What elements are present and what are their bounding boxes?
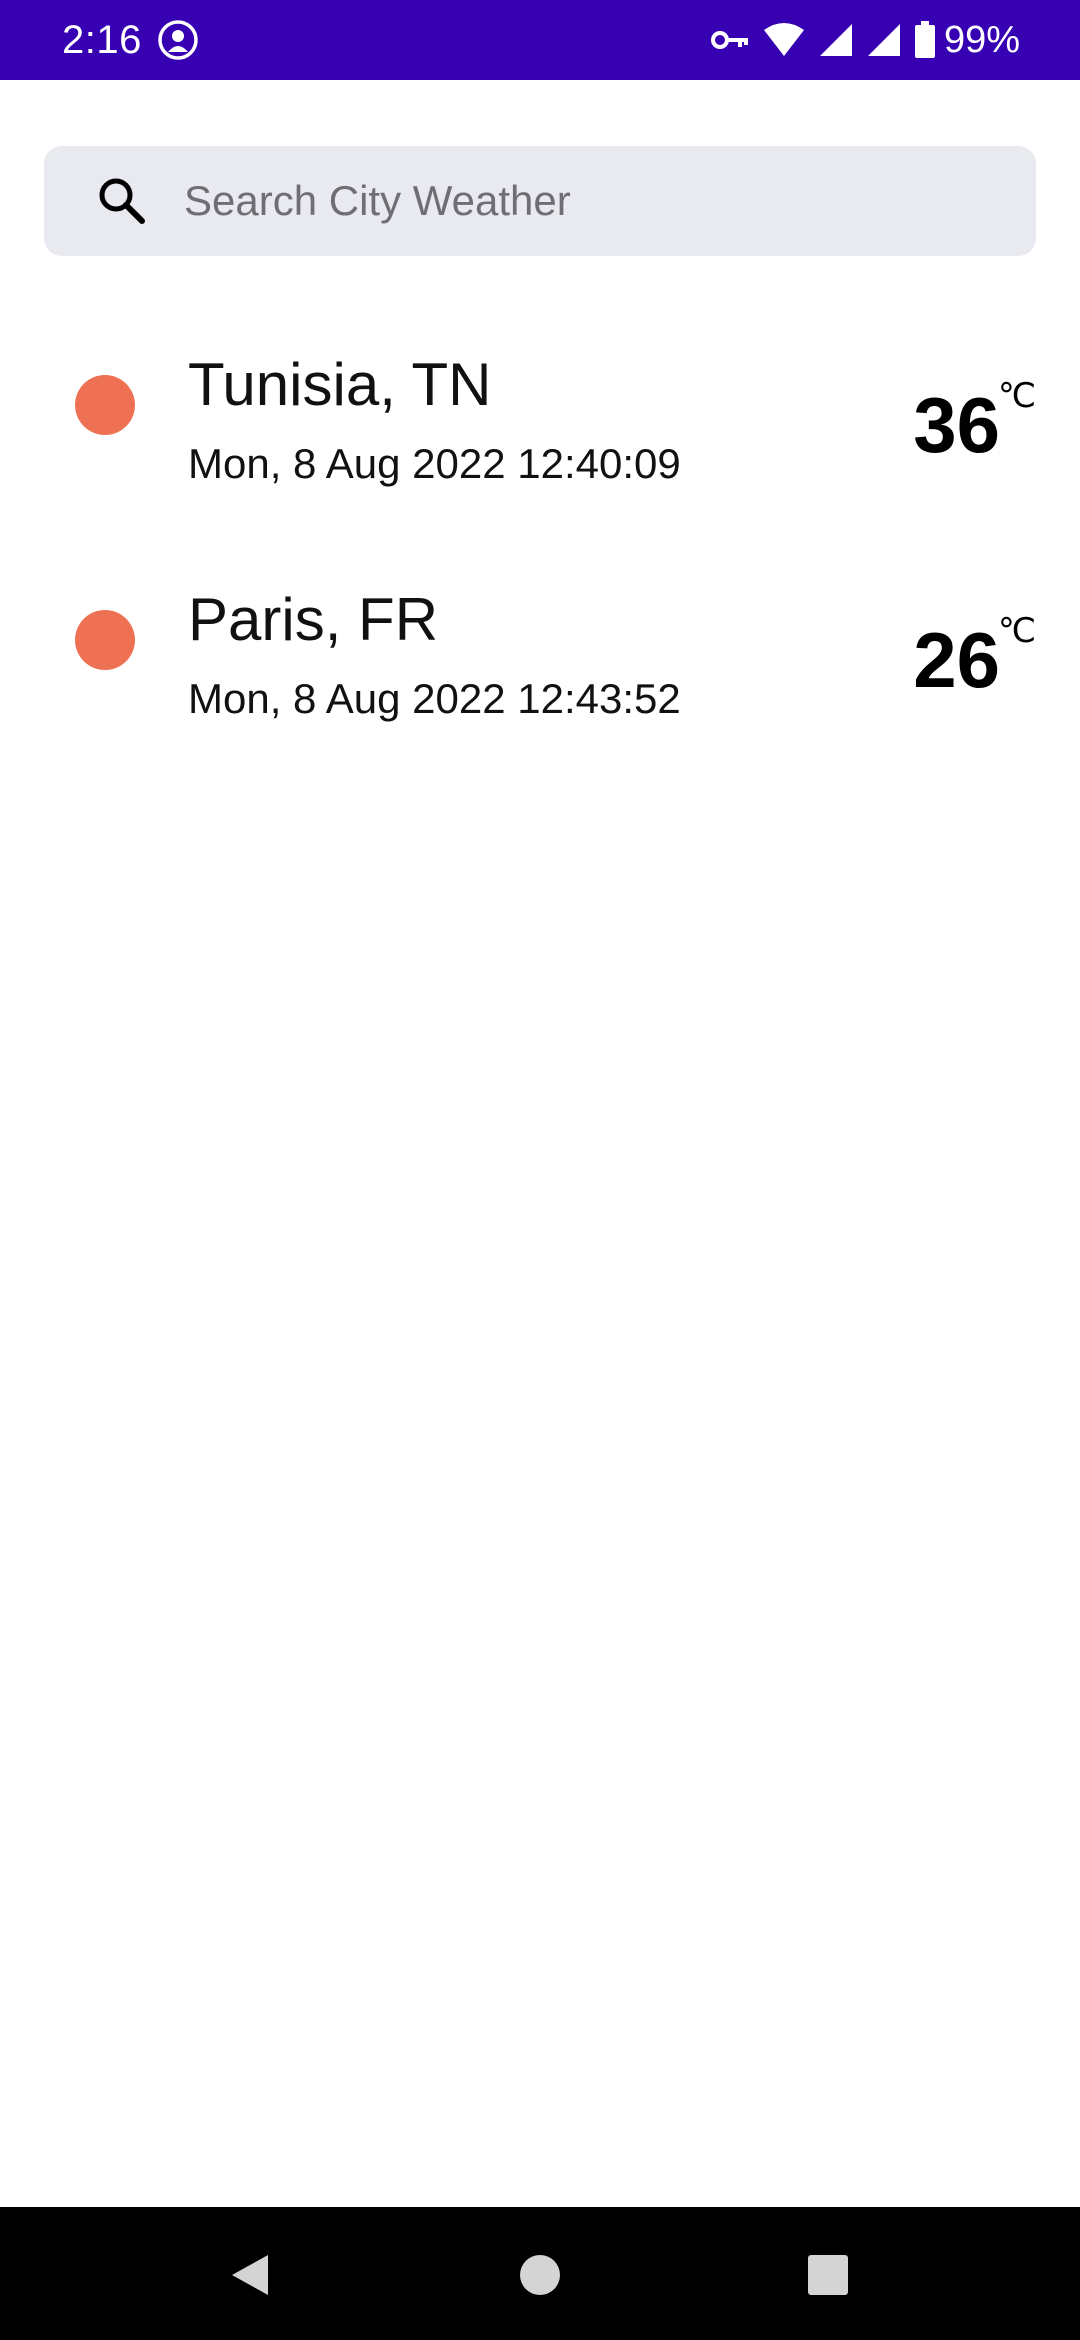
temperature-unit: ℃ bbox=[997, 377, 1036, 415]
navigation-bar bbox=[0, 2207, 1080, 2340]
search-bar[interactable] bbox=[44, 146, 1036, 256]
wifi-icon bbox=[763, 23, 804, 56]
status-bar: 2:16 99% bbox=[0, 0, 1080, 80]
battery-icon bbox=[914, 21, 935, 58]
battery-percent: 99% bbox=[943, 18, 1020, 61]
weather-status-icon bbox=[75, 610, 135, 670]
signal-icon bbox=[867, 24, 900, 56]
status-left: 2:16 bbox=[62, 18, 200, 63]
app-notification-icon bbox=[158, 20, 198, 60]
status-right: 99% bbox=[698, 19, 1020, 62]
back-icon[interactable] bbox=[222, 2247, 278, 2303]
city-name: Paris, FR bbox=[188, 586, 439, 653]
status-time: 2:16 bbox=[62, 17, 142, 62]
weather-status-icon bbox=[75, 375, 135, 435]
city-list-item[interactable]: Tunisia, TN Mon, 8 Aug 2022 12:40:09 36 … bbox=[0, 340, 1080, 575]
city-temperature: 26 bbox=[913, 616, 1000, 704]
city-date: Mon, 8 Aug 2022 12:40:09 bbox=[188, 440, 681, 487]
city-date: Mon, 8 Aug 2022 12:43:52 bbox=[188, 675, 681, 722]
search-icon bbox=[99, 178, 145, 224]
temperature-unit: ℃ bbox=[997, 612, 1036, 650]
city-list-item[interactable]: Paris, FR Mon, 8 Aug 2022 12:43:52 26 ℃ bbox=[0, 575, 1080, 810]
home-icon[interactable] bbox=[512, 2247, 568, 2303]
screen: 2:16 99% Search City Weather Tunisia, TN… bbox=[0, 0, 1080, 2340]
city-name: Tunisia, TN bbox=[188, 351, 492, 418]
vpn-key-icon bbox=[710, 31, 748, 49]
recents-icon[interactable] bbox=[800, 2247, 856, 2303]
signal-icon bbox=[819, 24, 852, 56]
city-temperature: 36 bbox=[913, 381, 1000, 469]
search-input[interactable] bbox=[184, 146, 1036, 256]
city-list: Tunisia, TN Mon, 8 Aug 2022 12:40:09 36 … bbox=[0, 340, 1080, 810]
